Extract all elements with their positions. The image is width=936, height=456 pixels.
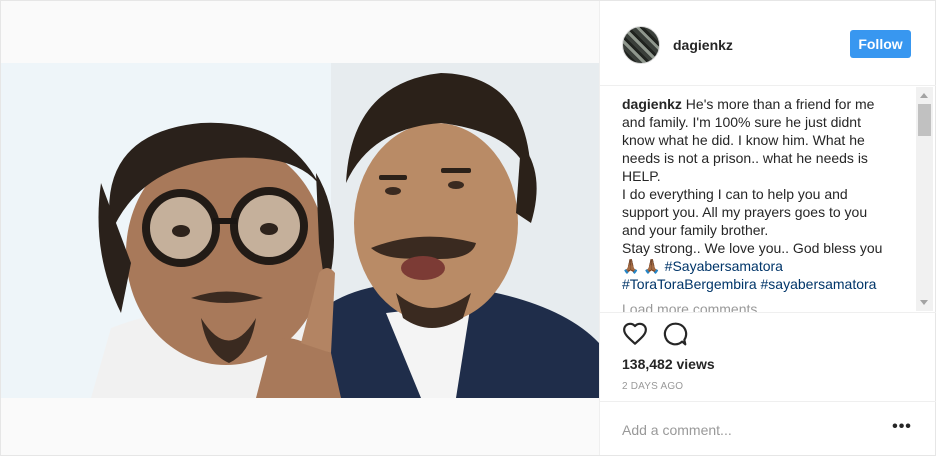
caption-line: I do everything I can to help you and xyxy=(622,186,848,202)
post-header: dagienkz Follow xyxy=(600,1,936,86)
comments-scrollbar[interactable] xyxy=(916,87,933,311)
comments-section: dagienkz He's more than a friend for me … xyxy=(600,87,936,313)
hashtag-link[interactable]: #ToraToraBergembira xyxy=(622,276,757,292)
post-media xyxy=(1,1,599,455)
caption-line: and family. I'm 100% sure he just didnt xyxy=(622,114,861,130)
caption-line: and your family brother. xyxy=(622,222,769,238)
caption-line: know what he did. I know him. What he xyxy=(622,132,865,148)
instagram-post: dagienkz Follow dagienkz He's more than … xyxy=(0,0,936,456)
caption: dagienkz He's more than a friend for me … xyxy=(622,95,912,293)
post-photo[interactable] xyxy=(1,63,599,398)
hashtag-link[interactable]: #sayabersamatora xyxy=(761,276,877,292)
caption-username[interactable]: dagienkz xyxy=(622,96,682,112)
caption-line: He's more than a friend for me xyxy=(685,96,875,112)
follow-button[interactable]: Follow xyxy=(850,30,911,58)
post-sidebar: dagienkz Follow dagienkz He's more than … xyxy=(599,1,936,455)
load-more-comments-link[interactable]: Load more comments xyxy=(622,301,757,312)
photo-illustration xyxy=(1,63,599,398)
add-comment-bar: ••• xyxy=(600,401,936,455)
more-dots-icon[interactable]: ••• xyxy=(890,419,914,438)
comment-input[interactable] xyxy=(622,419,872,441)
scroll-up-arrow-icon[interactable] xyxy=(916,87,933,104)
caption-line: support you. All my prayers goes to you xyxy=(622,204,868,220)
caption-line: needs is not a prison.. what he needs is xyxy=(622,150,868,166)
post-timestamp[interactable]: 2 DAYS AGO xyxy=(622,381,683,392)
heart-icon[interactable] xyxy=(622,321,650,349)
comment-bubble-icon[interactable] xyxy=(662,321,690,349)
pray-emoji: 🙏🏾 🙏🏾 xyxy=(622,258,661,274)
scroll-down-arrow-icon[interactable] xyxy=(916,294,933,311)
view-count[interactable]: 138,482 views xyxy=(622,356,715,372)
scrollbar-thumb[interactable] xyxy=(918,104,931,136)
avatar[interactable] xyxy=(622,26,660,64)
header-username[interactable]: dagienkz xyxy=(673,37,733,53)
hashtag-link[interactable]: #Sayabersamatora xyxy=(665,258,783,274)
caption-line: HELP. xyxy=(622,168,661,184)
caption-line: Stay strong.. We love you.. God bless yo… xyxy=(622,240,883,256)
